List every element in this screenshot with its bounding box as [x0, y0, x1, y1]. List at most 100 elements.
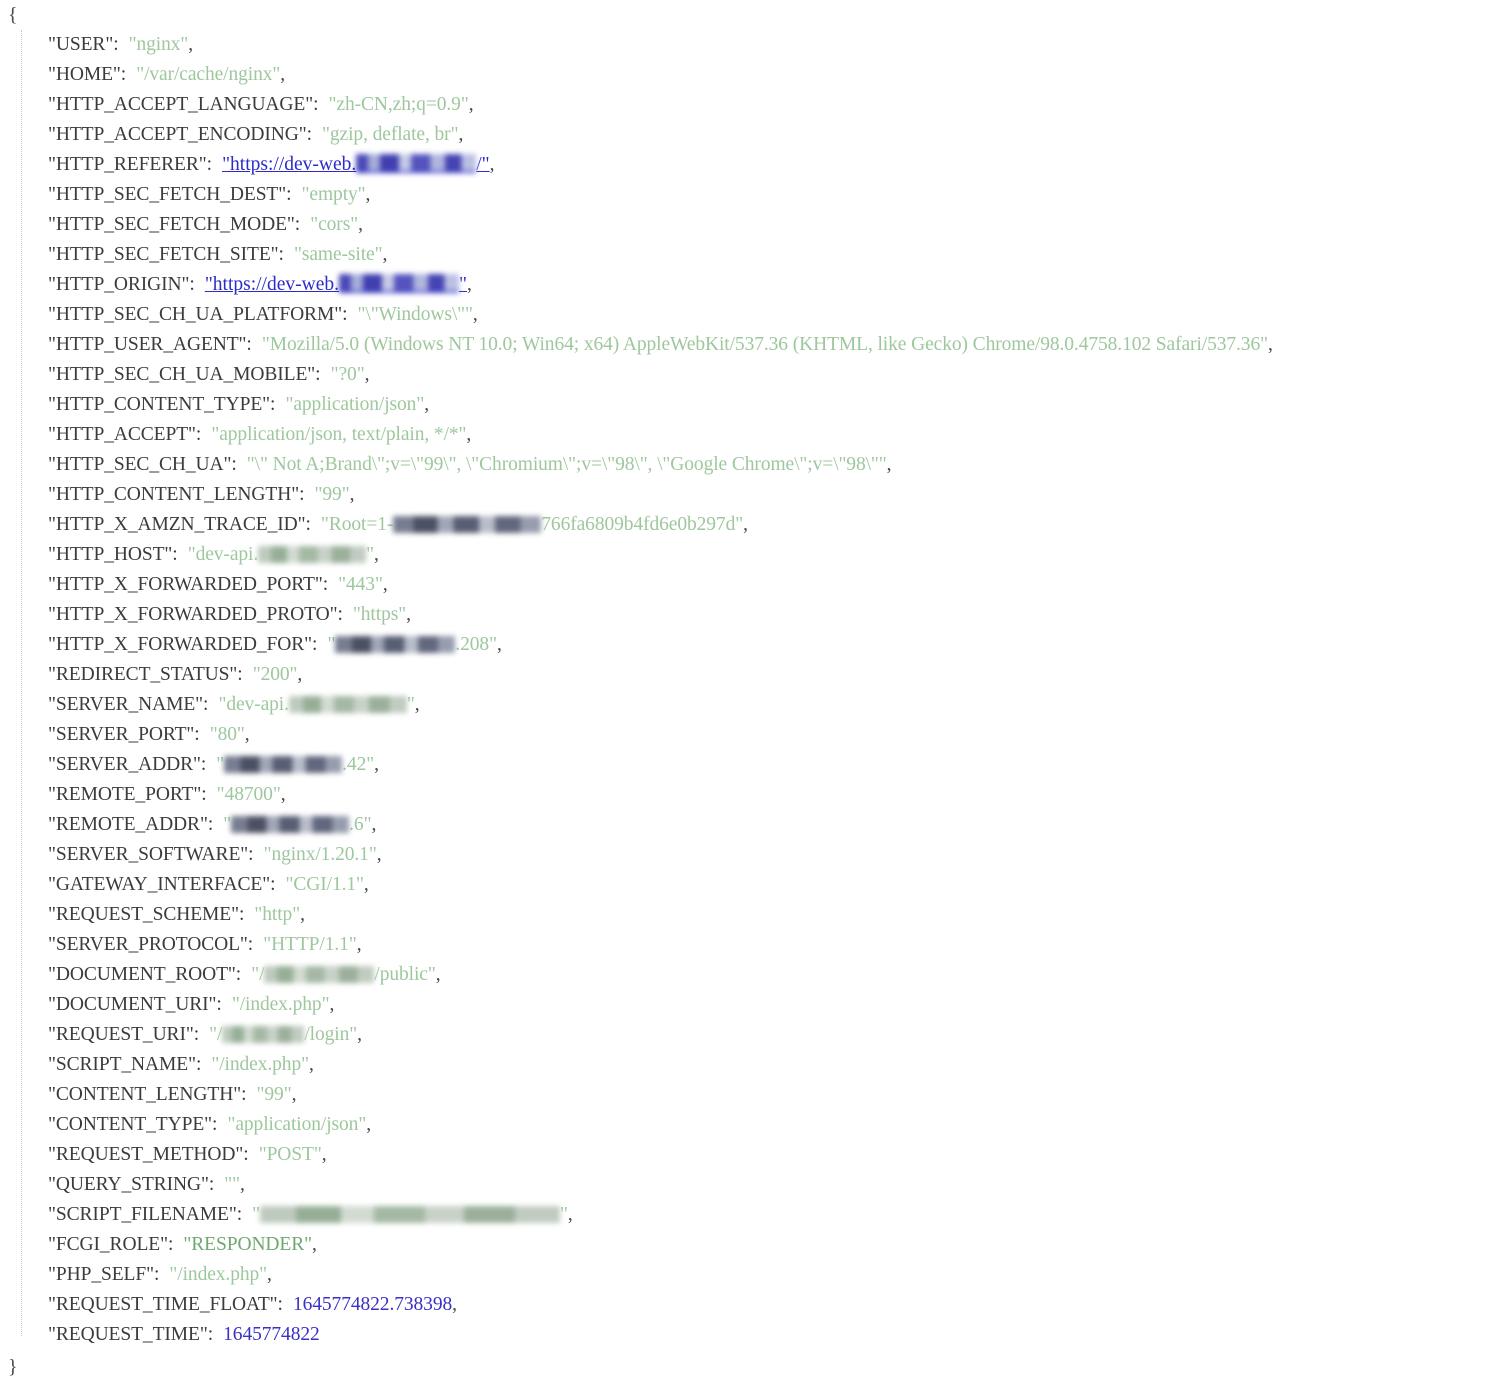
json-key: "REQUEST_SCHEME"	[48, 904, 239, 925]
json-entry-row: "REQUEST_TIME": 1645774822	[48, 1320, 1509, 1350]
json-comma: ,	[743, 514, 748, 535]
redacted-value-block	[222, 1026, 305, 1043]
json-value-quote-close: "	[259, 1264, 268, 1285]
json-value-string: application/json	[235, 1114, 359, 1135]
json-colon: :	[248, 844, 254, 865]
json-value-quote-open: "	[261, 334, 270, 355]
json-key: "SCRIPT_NAME"	[48, 1054, 196, 1075]
json-value-quote-open: "	[258, 1144, 267, 1165]
json-key-name: HTTP_SEC_CH_UA_PLATFORM	[55, 304, 335, 325]
json-entry-row: "FCGI_ROLE": "RESPONDER",	[48, 1230, 1509, 1260]
json-entry-row: "HTTP_SEC_CH_UA": "\" Not A;Brand\";v=\"9…	[48, 450, 1509, 480]
json-entry-row: "HTTP_ACCEPT_LANGUAGE": "zh-CN,zh;q=0.9",	[48, 90, 1509, 120]
json-comma: ,	[356, 934, 362, 955]
json-comma: ,	[267, 1264, 272, 1285]
json-colon: :	[206, 154, 213, 175]
json-value-prefix: dev-api.	[195, 544, 259, 565]
json-colon: :	[195, 424, 202, 445]
json-value-quote-close: "	[406, 694, 415, 715]
json-value-string: \"Windows\"	[365, 304, 465, 325]
json-key-name: REQUEST_URI	[55, 1024, 186, 1045]
json-comma: ,	[300, 904, 305, 925]
json-key: "FCGI_ROLE"	[48, 1234, 168, 1255]
json-value-string: ?0	[338, 364, 357, 385]
json-value-quote-open: "	[187, 544, 196, 565]
json-key: "HTTP_X_AMZN_TRACE_ID"	[48, 514, 306, 535]
json-entry-row: "HTTP_SEC_CH_UA_MOBILE": "?0",	[48, 360, 1509, 390]
json-value-number: 1645774822	[223, 1324, 320, 1345]
json-value-prefix: dev-api.	[226, 694, 289, 715]
json-entry-row: "USER": "nginx",	[48, 30, 1509, 60]
json-value-suffix: .208	[455, 634, 490, 655]
json-value-quote-open: "	[246, 454, 255, 475]
json-comma: ,	[358, 214, 363, 235]
json-key-name: DOCUMENT_ROOT	[55, 964, 228, 985]
json-key: "GATEWAY_INTERFACE"	[48, 874, 271, 895]
json-value-quote-close: "	[292, 904, 301, 925]
json-comma: ,	[468, 94, 474, 115]
json-colon: :	[189, 274, 195, 295]
json-entry-row: "SCRIPT_NAME": "/index.php",	[48, 1050, 1509, 1080]
json-comma: ,	[496, 634, 502, 655]
json-entry-row: "GATEWAY_INTERFACE": "CGI/1.1",	[48, 870, 1509, 900]
json-key-name: HTTP_SEC_CH_UA_MOBILE	[55, 364, 308, 385]
json-value-quote-close: "	[366, 544, 374, 565]
json-comma: ,	[291, 1084, 297, 1105]
json-open-brace: {	[8, 4, 18, 26]
json-key-name: HTTP_SEC_FETCH_SITE	[55, 244, 271, 265]
json-value-quote-close: "	[301, 1054, 309, 1075]
json-key-name: QUERY_STRING	[55, 1174, 201, 1195]
json-key-name: HTTP_SEC_FETCH_DEST	[55, 184, 279, 205]
json-key-name: DOCUMENT_URI	[55, 994, 209, 1015]
json-comma: ,	[472, 304, 478, 325]
json-close-brace: }	[8, 1356, 18, 1378]
json-key: "HTTP_SEC_CH_UA_PLATFORM"	[48, 304, 343, 325]
json-colon: :	[207, 1324, 214, 1345]
json-key-name: SERVER_PORT	[55, 724, 187, 745]
json-colon: :	[167, 1234, 174, 1255]
json-entry-row: "DOCUMENT_ROOT": "//public",	[48, 960, 1509, 990]
json-value-quote-open: "	[352, 604, 361, 625]
redacted-value-block	[224, 756, 343, 773]
json-key-name: SERVER_ADDR	[55, 754, 193, 775]
json-comma: ,	[357, 1024, 363, 1045]
json-value-quote-close: "	[272, 784, 281, 805]
json-key-name: HTTP_HOST	[55, 544, 165, 565]
json-key: "HTTP_SEC_FETCH_SITE"	[48, 244, 279, 265]
json-value-quote-open: "	[136, 64, 145, 85]
json-value-quote-open: "	[338, 574, 346, 595]
json-key-name: HTTP_X_AMZN_TRACE_ID	[55, 514, 298, 535]
json-entry-row: "REMOTE_PORT": "48700",	[48, 780, 1509, 810]
json-key-name: REDIRECT_STATUS	[55, 664, 230, 685]
json-colon: :	[277, 1294, 283, 1315]
json-value-string: application/json	[293, 394, 417, 415]
json-entry-row: "SERVER_PROTOCOL": "HTTP/1.1",	[48, 930, 1509, 960]
json-entry-row: "HTTP_SEC_FETCH_MODE": "cors",	[48, 210, 1509, 240]
json-key-name: PHP_SELF	[55, 1264, 147, 1285]
json-entry-row: "DOCUMENT_URI": "/index.php",	[48, 990, 1509, 1020]
json-value-quote-close: "	[481, 154, 490, 175]
json-colon: :	[200, 754, 207, 775]
json-value-quote-close: "	[313, 1144, 322, 1165]
json-comma: ,	[188, 34, 194, 55]
json-comma: ,	[371, 814, 377, 835]
json-entry-row: "REQUEST_SCHEME": "http",	[48, 900, 1509, 930]
json-value-quote-close: "	[304, 1234, 312, 1255]
json-key-name: HTTP_CONTENT_TYPE	[55, 394, 263, 415]
json-value-quote-open: "	[224, 1174, 233, 1195]
json-entry-row: "HTTP_SEC_CH_UA_PLATFORM": "\"Windows\"",	[48, 300, 1509, 330]
json-colon: :	[193, 1024, 200, 1045]
json-colon: :	[237, 664, 243, 685]
json-key-name: REQUEST_TIME	[55, 1324, 200, 1345]
json-value-quote-close: "	[416, 394, 425, 415]
json-entry-row: "HTTP_USER_AGENT": "Mozilla/5.0 (Windows …	[48, 330, 1509, 360]
json-comma: ,	[424, 394, 430, 415]
json-comma: ,	[382, 574, 388, 595]
json-key-name: HTTP_ACCEPT_LANGUAGE	[55, 94, 306, 115]
json-value-string: application/json, text/plain, */*	[219, 424, 459, 445]
json-value-string: Mozilla/5.0 (Windows NT 10.0; Win64; x64…	[269, 334, 1261, 355]
json-key-name: HTTP_SEC_FETCH_MODE	[55, 214, 287, 235]
json-value-quote-close: "	[878, 454, 887, 475]
json-key: "REQUEST_URI"	[48, 1024, 194, 1045]
json-key-name: REQUEST_METHOD	[55, 1144, 236, 1165]
